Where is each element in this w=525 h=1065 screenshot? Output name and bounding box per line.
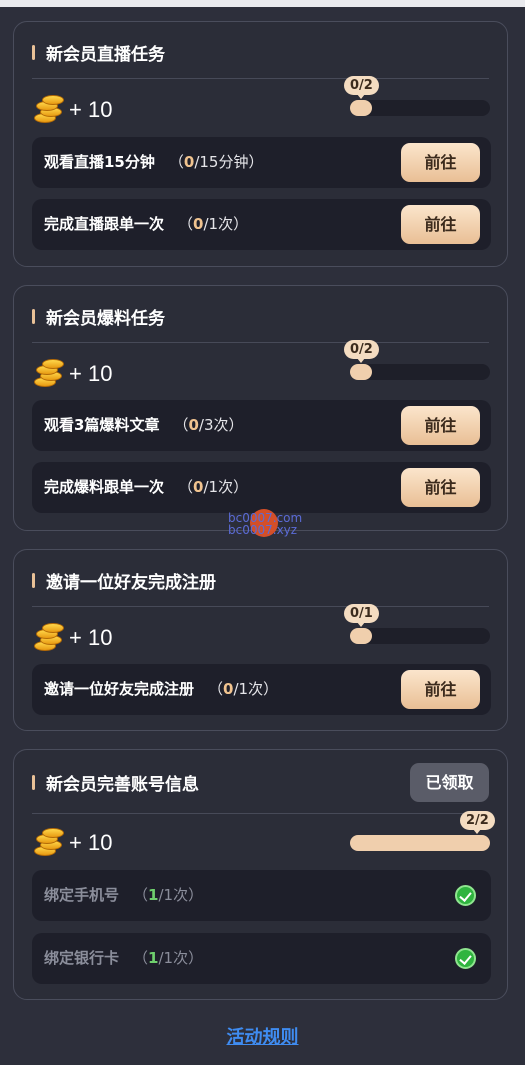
task-name: 绑定银行卡: [44, 949, 120, 967]
task-done-count: 1: [148, 886, 159, 904]
coin-stack-icon: [32, 359, 64, 389]
progress-badge: 0/2: [344, 76, 379, 99]
reward-amount: + 10: [69, 830, 113, 855]
divider: [32, 342, 489, 343]
task-total: /3次: [198, 416, 229, 434]
task-row: 绑定手机号 （1/1次）: [32, 870, 491, 921]
card-title: 新会员爆料任务: [32, 306, 165, 329]
task-total: /1次: [233, 680, 264, 698]
task-total: /1次: [203, 478, 234, 496]
check-circle-icon: [455, 948, 476, 969]
task-card-tips: 新会员爆料任务 + 10 0/2 观看3篇爆料文章 （0/3次） 前往 完成爆料跟…: [13, 285, 508, 531]
progress-bar: [350, 628, 490, 644]
progress-fill: [350, 835, 490, 851]
progress-bar: [350, 100, 490, 116]
card-title: 邀请一位好友完成注册: [32, 570, 216, 593]
go-button[interactable]: 前往: [401, 143, 480, 182]
reward: + 10: [32, 622, 112, 654]
task-done-count: 1: [148, 949, 159, 967]
card-title-text: 新会员完善账号信息: [46, 774, 199, 795]
task-name: 完成爆料跟单一次: [44, 478, 165, 496]
task-count: （0/1次）: [208, 680, 279, 698]
task-count: （0/15分钟）: [168, 153, 264, 171]
card-title-text: 新会员直播任务: [46, 44, 165, 65]
progress-bar: [350, 835, 490, 851]
task-count: （1/1次）: [133, 886, 204, 904]
task-done-count: 0: [188, 416, 199, 434]
status-bar-strip: [0, 0, 525, 7]
card-title-text: 新会员爆料任务: [46, 308, 165, 329]
task-row: 观看3篇爆料文章 （0/3次） 前往: [32, 400, 491, 451]
claimed-button[interactable]: 已领取: [410, 763, 489, 802]
task-count: （0/3次）: [173, 416, 244, 434]
check-circle-icon: [455, 885, 476, 906]
divider: [32, 813, 489, 814]
task-count: （0/1次）: [178, 478, 249, 496]
reward: + 10: [32, 94, 112, 126]
reward: + 10: [32, 827, 112, 859]
task-name: 完成直播跟单一次: [44, 215, 165, 233]
watermark: bc0007.com bc0007.xyz: [228, 509, 308, 539]
task-row: 观看直播15分钟 （0/15分钟） 前往: [32, 137, 491, 188]
task-card-profile: 新会员完善账号信息 已领取 + 10 2/2 绑定手机号 （1/1次） 绑定银行卡…: [13, 749, 508, 1000]
title-accent-bar: [32, 44, 35, 60]
task-count: （0/1次）: [178, 215, 249, 233]
task-name: 观看3篇爆料文章: [44, 416, 160, 434]
task-done-count: 0: [183, 153, 195, 171]
task-total: /15分钟: [194, 153, 249, 171]
task-done-count: 0: [193, 478, 204, 496]
watermark-line: bc0007.xyz: [228, 523, 298, 537]
task-done-count: 0: [193, 215, 204, 233]
activity-rules-link[interactable]: 活动规则: [0, 1023, 525, 1049]
go-button[interactable]: 前往: [401, 205, 480, 244]
progress-fill: [350, 628, 372, 644]
progress-fill: [350, 364, 372, 380]
go-button[interactable]: 前往: [401, 406, 480, 445]
task-row: 邀请一位好友完成注册 （0/1次） 前往: [32, 664, 491, 715]
title-accent-bar: [32, 572, 35, 588]
divider: [32, 78, 489, 79]
task-card-live: 新会员直播任务 + 10 0/2 观看直播15分钟 （0/15分钟） 前往 完成直…: [13, 21, 508, 267]
divider: [32, 606, 489, 607]
card-title: 新会员直播任务: [32, 42, 165, 65]
task-row: 完成爆料跟单一次 （0/1次） 前往: [32, 462, 491, 513]
title-accent-bar: [32, 308, 35, 324]
card-title-text: 邀请一位好友完成注册: [46, 572, 216, 593]
task-total: /1次: [158, 949, 189, 967]
title-accent-bar: [32, 774, 35, 790]
task-card-invite: 邀请一位好友完成注册 + 10 0/1 邀请一位好友完成注册 （0/1次） 前往: [13, 549, 508, 731]
reward-amount: + 10: [69, 361, 113, 386]
reward-amount: + 10: [69, 97, 113, 122]
task-name: 观看直播15分钟: [44, 153, 155, 171]
reward: + 10: [32, 358, 112, 390]
coin-stack-icon: [32, 828, 64, 858]
task-row: 绑定银行卡 （1/1次）: [32, 933, 491, 984]
card-title: 新会员完善账号信息: [32, 772, 199, 795]
task-total: /1次: [158, 886, 189, 904]
progress-fill: [350, 100, 372, 116]
coin-stack-icon: [32, 95, 64, 125]
progress-bar: [350, 364, 490, 380]
coin-stack-icon: [32, 623, 64, 653]
task-name: 绑定手机号: [44, 886, 120, 904]
progress-badge: 0/2: [344, 340, 379, 363]
progress-badge: 2/2: [460, 811, 495, 834]
go-button[interactable]: 前往: [401, 468, 480, 507]
task-row: 完成直播跟单一次 （0/1次） 前往: [32, 199, 491, 250]
task-count: （1/1次）: [133, 949, 204, 967]
reward-amount: + 10: [69, 625, 113, 650]
progress-badge: 0/1: [344, 604, 379, 627]
task-name: 邀请一位好友完成注册: [44, 680, 195, 698]
go-button[interactable]: 前往: [401, 670, 480, 709]
task-done-count: 0: [223, 680, 234, 698]
task-total: /1次: [203, 215, 234, 233]
